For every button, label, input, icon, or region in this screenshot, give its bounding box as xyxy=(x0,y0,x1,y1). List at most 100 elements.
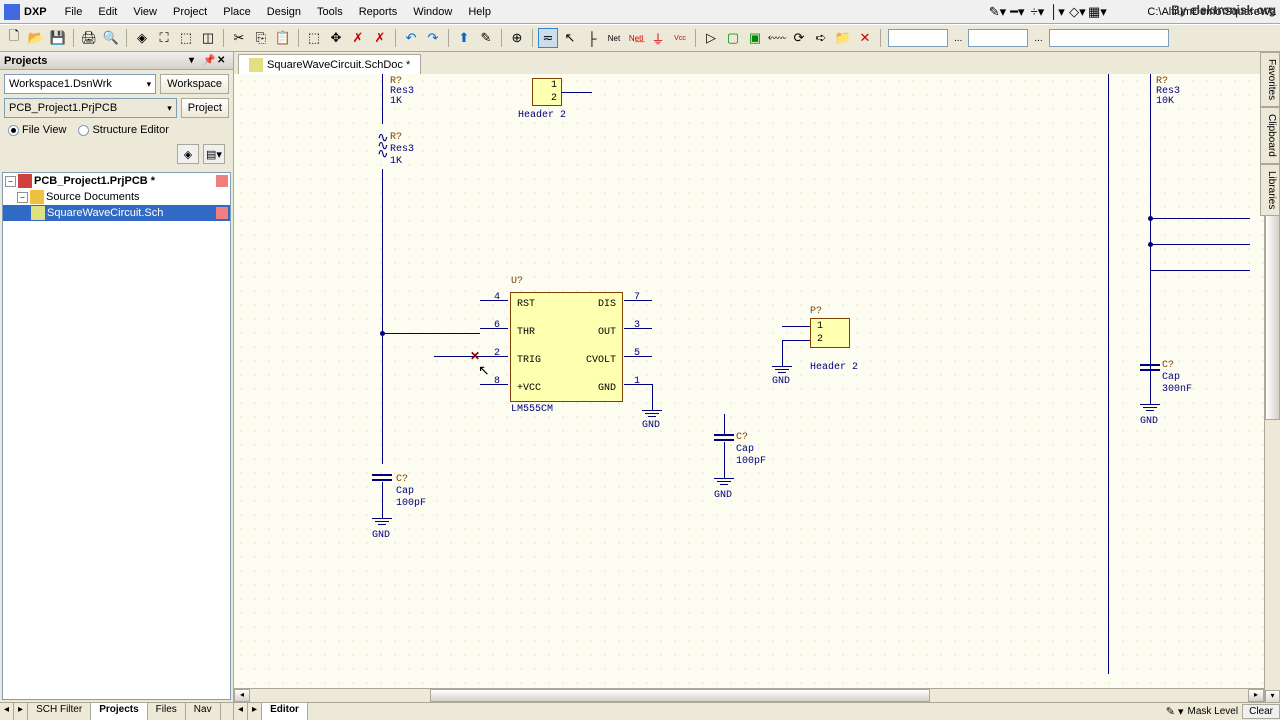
schematic-canvas[interactable]: 1 2 Header 2 R? Res3 1K R? Res3 1K ∿∿∿ U… xyxy=(234,74,1280,720)
header-p2[interactable]: 1 2 xyxy=(532,78,562,106)
menu-tools[interactable]: Tools xyxy=(309,3,351,21)
move-icon[interactable]: ✥ xyxy=(326,28,346,48)
vcc-icon[interactable]: Vcc xyxy=(670,28,690,48)
search-input-3[interactable] xyxy=(1049,29,1169,47)
save-icon[interactable]: 💾 xyxy=(48,28,68,48)
tool-icon[interactable]: │▾ xyxy=(1047,2,1067,22)
right-collapsed-panels: Favorites Clipboard Libraries xyxy=(1260,52,1280,216)
gnd-symbol-5 xyxy=(1140,404,1160,411)
copy-icon[interactable]: ⎘ xyxy=(251,28,271,48)
toolbar: 🗋 📂 💾 🖨 🔍 ◈ ⛶ ⬚ ◫ ✂ ⎘ 📋 ⬚ ✥ ✗ ✗ ↶ ↷ ⬆ ✎ … xyxy=(0,24,1280,52)
menu-design[interactable]: Design xyxy=(259,3,309,21)
horizontal-scrollbar[interactable]: ◂ ▸ xyxy=(234,688,1264,702)
structure-editor-radio[interactable]: Structure Editor xyxy=(78,124,168,136)
pencil-icon[interactable]: ✎▾ xyxy=(987,2,1007,22)
c3-rating: 300nF xyxy=(1162,384,1192,395)
zoom-sel-icon[interactable]: ◫ xyxy=(198,28,218,48)
menu-file[interactable]: File xyxy=(57,3,91,21)
delete-icon[interactable]: ✕ xyxy=(855,28,875,48)
etab-left[interactable]: ◂ xyxy=(234,703,248,720)
layer-icon[interactable]: ◈ xyxy=(132,28,152,48)
zoom-fit-icon[interactable]: ⛶ xyxy=(154,28,174,48)
dropdown-icon[interactable]: ▾ xyxy=(189,55,201,67)
project-tree[interactable]: − PCB_Project1.PrjPCB * − Source Documen… xyxy=(2,172,231,700)
bus-icon[interactable]: ↖ xyxy=(560,28,580,48)
header-p1[interactable]: 1 2 xyxy=(810,318,850,348)
port-icon[interactable]: ⬳ xyxy=(767,28,787,48)
cut-icon[interactable]: ✂ xyxy=(229,28,249,48)
close-panel-icon[interactable]: ✕ xyxy=(217,55,229,67)
redo-icon[interactable]: ↷ xyxy=(423,28,443,48)
rtab-favorites[interactable]: Favorites xyxy=(1260,52,1280,107)
undo-icon[interactable]: ↶ xyxy=(401,28,421,48)
netlabel-icon[interactable]: Ne̲t̲l̲ xyxy=(626,28,646,48)
tab-projects[interactable]: Projects xyxy=(91,703,147,720)
menu-help[interactable]: Help xyxy=(460,3,499,21)
tab-files[interactable]: Files xyxy=(148,703,186,720)
c2-rating: 100pF xyxy=(736,456,766,467)
project-combo[interactable]: PCB_Project1.PrjPCB xyxy=(4,98,177,118)
panel-tool-2-icon[interactable]: ▤▾ xyxy=(203,144,225,164)
menu-place[interactable]: Place xyxy=(215,3,259,21)
cross-probe-icon[interactable]: ⊕ xyxy=(507,28,527,48)
clear-button[interactable]: Clear xyxy=(1242,704,1280,719)
tree-folder-node[interactable]: − Source Documents xyxy=(3,189,230,205)
preview-icon[interactable]: 🔍 xyxy=(101,28,121,48)
search-input-2[interactable] xyxy=(968,29,1028,47)
menu-edit[interactable]: Edit xyxy=(90,3,125,21)
doc-tab-active[interactable]: SquareWaveCircuit.SchDoc * xyxy=(238,54,421,74)
device-icon[interactable]: ⟳ xyxy=(789,28,809,48)
panel-tool-1-icon[interactable]: ◈ xyxy=(177,144,199,164)
sheet2-icon[interactable]: ▣ xyxy=(745,28,765,48)
editor-area: SquareWaveCircuit.SchDoc * 1 2 Header 2 … xyxy=(234,52,1280,720)
tab-nav[interactable]: Nav xyxy=(186,703,221,720)
line-icon[interactable]: ━▾ xyxy=(1007,2,1027,22)
open-icon[interactable]: 📂 xyxy=(26,28,46,48)
menu-reports[interactable]: Reports xyxy=(351,3,406,21)
align-icon[interactable]: ÷▾ xyxy=(1027,2,1047,22)
tab-left-arrow[interactable]: ◂ xyxy=(0,703,14,720)
sheet-icon[interactable]: ▢ xyxy=(723,28,743,48)
tree-project-node[interactable]: − PCB_Project1.PrjPCB * xyxy=(3,173,230,189)
pin-icon[interactable]: 📌 xyxy=(203,55,215,67)
hier-down-icon[interactable]: ✎ xyxy=(476,28,496,48)
tree-file-node[interactable]: SquareWaveCircuit.Sch xyxy=(3,205,230,221)
mask-level-label: Mask Level xyxy=(1188,706,1239,717)
menu-project[interactable]: Project xyxy=(165,3,215,21)
zoom-area-icon[interactable]: ⬚ xyxy=(176,28,196,48)
doc-icon xyxy=(249,58,263,72)
file-view-radio[interactable]: File View xyxy=(8,124,66,136)
tab-right-arrow[interactable]: ▸ xyxy=(14,703,28,720)
rtab-libraries[interactable]: Libraries xyxy=(1260,164,1280,216)
print-icon[interactable]: 🖨 xyxy=(79,28,99,48)
power-icon[interactable]: ⏚ xyxy=(648,28,668,48)
net-icon[interactable]: Net xyxy=(604,28,624,48)
gnd-symbol-4 xyxy=(772,366,792,373)
paste-icon[interactable]: 📋 xyxy=(273,28,293,48)
search-input-1[interactable] xyxy=(888,29,948,47)
wire-icon[interactable]: ≂ xyxy=(538,28,558,48)
shape-icon[interactable]: ◇▾ xyxy=(1067,2,1087,22)
select-icon[interactable]: ⬚ xyxy=(304,28,324,48)
etab-right[interactable]: ▸ xyxy=(248,703,262,720)
hier-up-icon[interactable]: ⬆ xyxy=(454,28,474,48)
grid-icon[interactable]: ▦▾ xyxy=(1087,2,1107,22)
workspace-button[interactable]: Workspace xyxy=(160,74,229,94)
clear-sel-icon[interactable]: ✗ xyxy=(370,28,390,48)
menu-view[interactable]: View xyxy=(125,3,165,21)
r2-rating: 1K xyxy=(390,156,402,167)
tab-sch-filter[interactable]: SCH Filter xyxy=(28,703,91,720)
tab-editor[interactable]: Editor xyxy=(262,703,308,720)
deselect-icon[interactable]: ✗ xyxy=(348,28,368,48)
annotate-icon[interactable]: ➪ xyxy=(811,28,831,48)
browse-icon[interactable]: 📁 xyxy=(833,28,853,48)
new-icon[interactable]: 🗋 xyxy=(4,28,24,48)
r3-rating: 10K xyxy=(1156,96,1174,107)
project-button[interactable]: Project xyxy=(181,98,229,118)
menu-window[interactable]: Window xyxy=(405,3,460,21)
part-icon[interactable]: ▷ xyxy=(701,28,721,48)
signal-icon[interactable]: ├ xyxy=(582,28,602,48)
ic-lm555[interactable]: RST THR TRIG +VCC DIS OUT CVOLT GND xyxy=(510,292,623,402)
rtab-clipboard[interactable]: Clipboard xyxy=(1260,107,1280,164)
workspace-combo[interactable]: Workspace1.DsnWrk xyxy=(4,74,156,94)
